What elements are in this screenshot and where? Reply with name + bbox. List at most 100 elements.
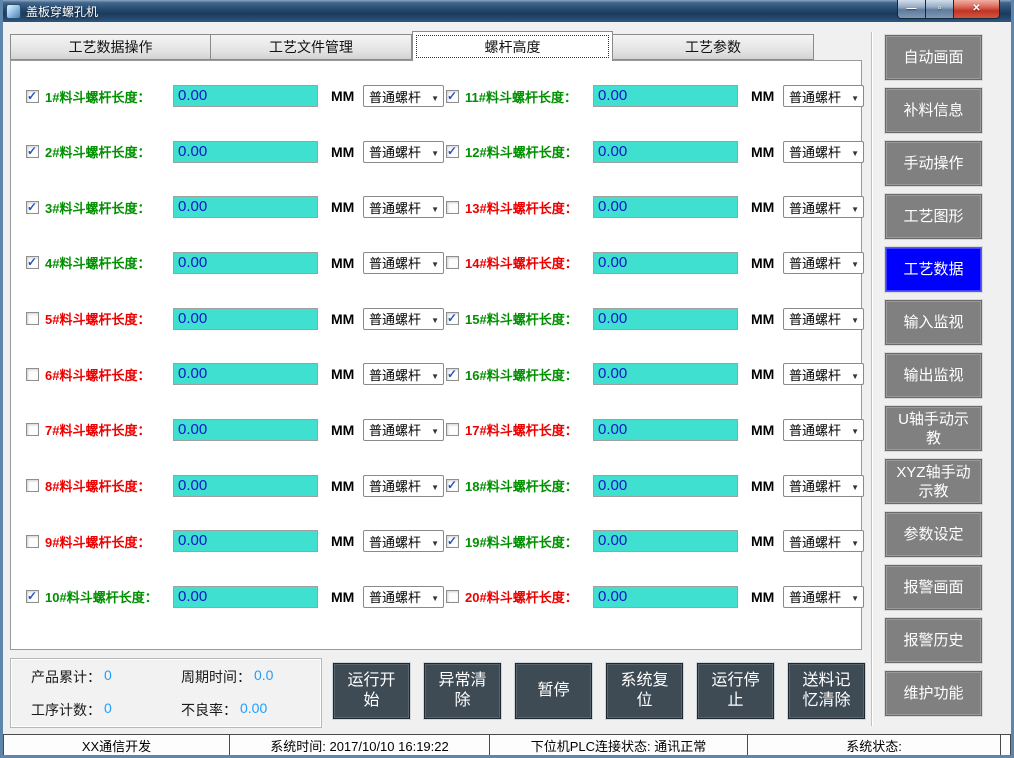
unit-label: MM (331, 589, 355, 605)
length-input[interactable]: 0.00 (173, 308, 318, 330)
row-checkbox[interactable] (26, 535, 39, 548)
nav-button-4[interactable]: 工艺图形 (885, 194, 982, 239)
length-input[interactable]: 0.00 (593, 475, 738, 497)
length-input[interactable]: 0.00 (173, 363, 318, 385)
length-input[interactable]: 0.00 (593, 419, 738, 441)
length-input[interactable]: 0.00 (173, 85, 318, 107)
screw-type-select[interactable]: 普通螺杆 (363, 141, 444, 163)
tab-3[interactable]: 螺杆高度 (412, 31, 613, 61)
screw-type-value: 普通螺杆 (789, 365, 841, 384)
nav-button-5[interactable]: 工艺数据 (885, 247, 982, 292)
screw-type-select[interactable]: 普通螺杆 (783, 141, 864, 163)
screw-type-select[interactable]: 普通螺杆 (783, 475, 864, 497)
nav-button-8[interactable]: U轴手动示教 (885, 406, 982, 451)
screw-type-select[interactable]: 普通螺杆 (783, 85, 864, 107)
nav-button-9[interactable]: XYZ轴手动示教 (885, 459, 982, 504)
row-checkbox[interactable] (446, 201, 459, 214)
nav-button-12[interactable]: 报警历史 (885, 618, 982, 663)
control-button-5[interactable]: 运行停止 (697, 663, 774, 719)
maximize-button[interactable]: ▫ (926, 0, 953, 19)
control-button-1[interactable]: 运行开始 (333, 663, 410, 719)
screw-type-select[interactable]: 普通螺杆 (363, 308, 444, 330)
nav-button-2[interactable]: 补料信息 (885, 88, 982, 133)
row-checkbox[interactable] (26, 90, 39, 103)
screw-type-select[interactable]: 普通螺杆 (783, 308, 864, 330)
row-checkbox[interactable] (446, 535, 459, 548)
screw-type-select[interactable]: 普通螺杆 (363, 196, 444, 218)
length-input[interactable]: 0.00 (173, 419, 318, 441)
row-checkbox[interactable] (26, 368, 39, 381)
screw-row: 12#料斗螺杆长度：0.00MM普通螺杆 (446, 140, 870, 164)
row-checkbox[interactable] (26, 256, 39, 269)
row-checkbox[interactable] (446, 312, 459, 325)
length-input[interactable]: 0.00 (593, 141, 738, 163)
screw-type-select[interactable]: 普通螺杆 (783, 196, 864, 218)
control-button-4[interactable]: 系统复位 (606, 663, 683, 719)
screw-type-select[interactable]: 普通螺杆 (363, 419, 444, 441)
status-section-3: 下位机PLC连接状态: 通讯正常 (490, 735, 748, 755)
length-input[interactable]: 0.00 (593, 586, 738, 608)
length-input[interactable]: 0.00 (173, 196, 318, 218)
tab-4[interactable]: 工艺参数 (613, 34, 814, 60)
tab-2[interactable]: 工艺文件管理 (211, 34, 412, 60)
unit-label: MM (331, 144, 355, 160)
nav-button-11[interactable]: 报警画面 (885, 565, 982, 610)
control-button-3[interactable]: 暂停 (515, 663, 592, 719)
nav-button-6[interactable]: 输入监视 (885, 300, 982, 345)
length-input[interactable]: 0.00 (173, 586, 318, 608)
screw-type-select[interactable]: 普通螺杆 (783, 363, 864, 385)
screw-type-select[interactable]: 普通螺杆 (363, 363, 444, 385)
screw-type-select[interactable]: 普通螺杆 (363, 586, 444, 608)
row-checkbox[interactable] (446, 590, 459, 603)
nav-button-1[interactable]: 自动画面 (885, 35, 982, 80)
length-input[interactable]: 0.00 (593, 196, 738, 218)
nav-button-13[interactable]: 维护功能 (885, 671, 982, 716)
nav-button-3[interactable]: 手动操作 (885, 141, 982, 186)
screw-type-select[interactable]: 普通螺杆 (363, 475, 444, 497)
close-button[interactable]: ✕ (953, 0, 1000, 19)
nav-button-label: 报警历史 (903, 631, 963, 650)
control-button-6[interactable]: 送料记忆清除 (788, 663, 865, 719)
control-button-2[interactable]: 异常清除 (424, 663, 501, 719)
length-input[interactable]: 0.00 (593, 530, 738, 552)
row-checkbox[interactable] (446, 90, 459, 103)
chevron-down-icon (431, 367, 439, 382)
screw-type-select[interactable]: 普通螺杆 (783, 530, 864, 552)
screw-type-select[interactable]: 普通螺杆 (783, 586, 864, 608)
row-checkbox[interactable] (26, 312, 39, 325)
row-checkbox[interactable] (446, 479, 459, 492)
rows-column-right: 11#料斗螺杆长度：0.00MM普通螺杆12#料斗螺杆长度：0.00MM普通螺杆… (446, 61, 870, 649)
minimize-button[interactable]: — (897, 0, 926, 19)
screw-type-select[interactable]: 普通螺杆 (363, 530, 444, 552)
length-input[interactable]: 0.00 (593, 85, 738, 107)
control-button-label: 系统复位 (613, 671, 676, 711)
row-checkbox[interactable] (446, 423, 459, 436)
row-checkbox[interactable] (26, 201, 39, 214)
row-checkbox[interactable] (26, 479, 39, 492)
client-area: 工艺数据操作工艺文件管理螺杆高度工艺参数 1#料斗螺杆长度：0.00MM普通螺杆… (3, 22, 1011, 755)
screw-type-value: 普通螺杆 (369, 587, 421, 606)
length-input[interactable]: 0.00 (173, 141, 318, 163)
row-checkbox[interactable] (446, 145, 459, 158)
row-checkbox[interactable] (26, 423, 39, 436)
screw-type-select[interactable]: 普通螺杆 (363, 252, 444, 274)
length-input[interactable]: 0.00 (173, 252, 318, 274)
screw-type-select[interactable]: 普通螺杆 (783, 419, 864, 441)
row-checkbox[interactable] (26, 590, 39, 603)
unit-label: MM (751, 422, 775, 438)
nav-button-10[interactable]: 参数设定 (885, 512, 982, 557)
length-input[interactable]: 0.00 (593, 363, 738, 385)
screw-type-select[interactable]: 普通螺杆 (783, 252, 864, 274)
length-input[interactable]: 0.00 (173, 530, 318, 552)
length-input[interactable]: 0.00 (593, 252, 738, 274)
screw-type-select[interactable]: 普通螺杆 (363, 85, 444, 107)
tab-1[interactable]: 工艺数据操作 (10, 34, 211, 60)
length-input[interactable]: 0.00 (173, 475, 318, 497)
row-checkbox[interactable] (446, 256, 459, 269)
unit-label: MM (331, 533, 355, 549)
nav-button-7[interactable]: 输出监视 (885, 353, 982, 398)
screw-type-value: 普通螺杆 (369, 365, 421, 384)
row-checkbox[interactable] (26, 145, 39, 158)
length-input[interactable]: 0.00 (593, 308, 738, 330)
row-checkbox[interactable] (446, 368, 459, 381)
